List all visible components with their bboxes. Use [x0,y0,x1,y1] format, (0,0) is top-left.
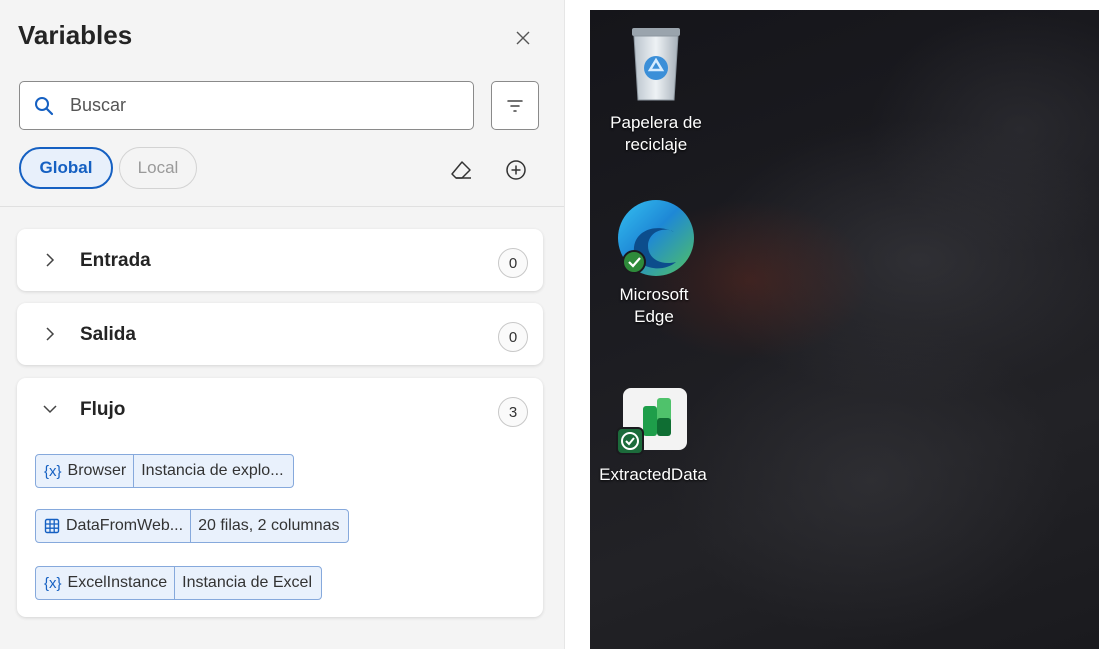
section-entrada: Entrada 0 [17,229,543,291]
variable-name: Browser [68,455,135,487]
variable-item-datafromweb[interactable]: DataFromWeb... 20 filas, 2 columnas [35,509,350,543]
close-button[interactable] [506,22,540,54]
search-box[interactable] [19,81,474,130]
variable-name: ExcelInstance [68,567,176,599]
clear-button[interactable] [446,155,476,185]
close-icon [516,31,530,45]
variable-name: DataFromWeb... [66,510,192,542]
variables-panel: Variables Global Local [0,0,565,649]
edge-icon [614,196,694,280]
filter-icon [507,99,523,112]
recycle-bin-icon [626,26,686,102]
add-circle-icon [506,160,526,180]
section-salida-header[interactable]: Salida 0 [17,303,543,365]
search-input[interactable] [68,94,452,117]
recycle-bin-label: Papelera de reciclaje [610,113,702,154]
chevron-right-icon [46,327,55,341]
variable-value: Instancia de Excel [182,574,312,591]
panel-title: Variables [18,20,133,50]
variable-item-excelinstance[interactable]: {x} ExcelInstance Instancia de Excel [35,566,322,600]
section-flujo: Flujo 3 {x} Browser Instancia de explo..… [17,378,543,617]
table-icon [36,510,66,542]
desktop-icon-edge[interactable]: Microsoft Edge [590,196,719,328]
desktop-icon-extracteddata[interactable]: ExtractedData [590,386,718,486]
chevron-down-icon [43,405,57,414]
filter-button[interactable] [491,81,539,130]
desktop-icon-label: Papelera de reciclaje [591,112,721,156]
eraser-icon [451,161,471,179]
section-entrada-header[interactable]: Entrada 0 [17,229,543,291]
section-label: Entrada [80,250,151,271]
section-label: Salida [80,324,136,345]
section-flujo-header[interactable]: Flujo 3 [17,378,543,440]
add-variable-button[interactable] [501,155,531,185]
scope-local-chip[interactable]: Local [119,147,197,189]
variable-icon: {x} [44,462,62,480]
variable-item-browser[interactable]: {x} Browser Instancia de explo... [35,454,294,488]
search-icon [34,96,54,116]
section-label: Flujo [80,399,126,420]
desktop: Papelera de reciclaje Microsoft Edge Ext… [590,10,1099,649]
variable-value: Instancia de explo... [141,462,284,479]
desktop-icon-recycle-bin[interactable]: Papelera de reciclaje [591,26,721,156]
divider [0,206,564,207]
desktop-icon-label: Microsoft Edge [590,284,719,328]
edge-label: Microsoft Edge [619,285,689,326]
section-salida: Salida 0 [17,303,543,365]
chevron-right-icon [46,253,55,267]
scope-global-chip[interactable]: Global [19,147,113,189]
excel-file-icon [613,386,693,458]
count-badge: 0 [498,248,528,278]
variable-value: 20 filas, 2 columnas [198,517,340,534]
desktop-icon-label: ExtractedData [599,465,707,484]
count-badge: 3 [498,397,528,427]
count-badge: 0 [498,322,528,352]
variable-icon: {x} [44,574,62,592]
